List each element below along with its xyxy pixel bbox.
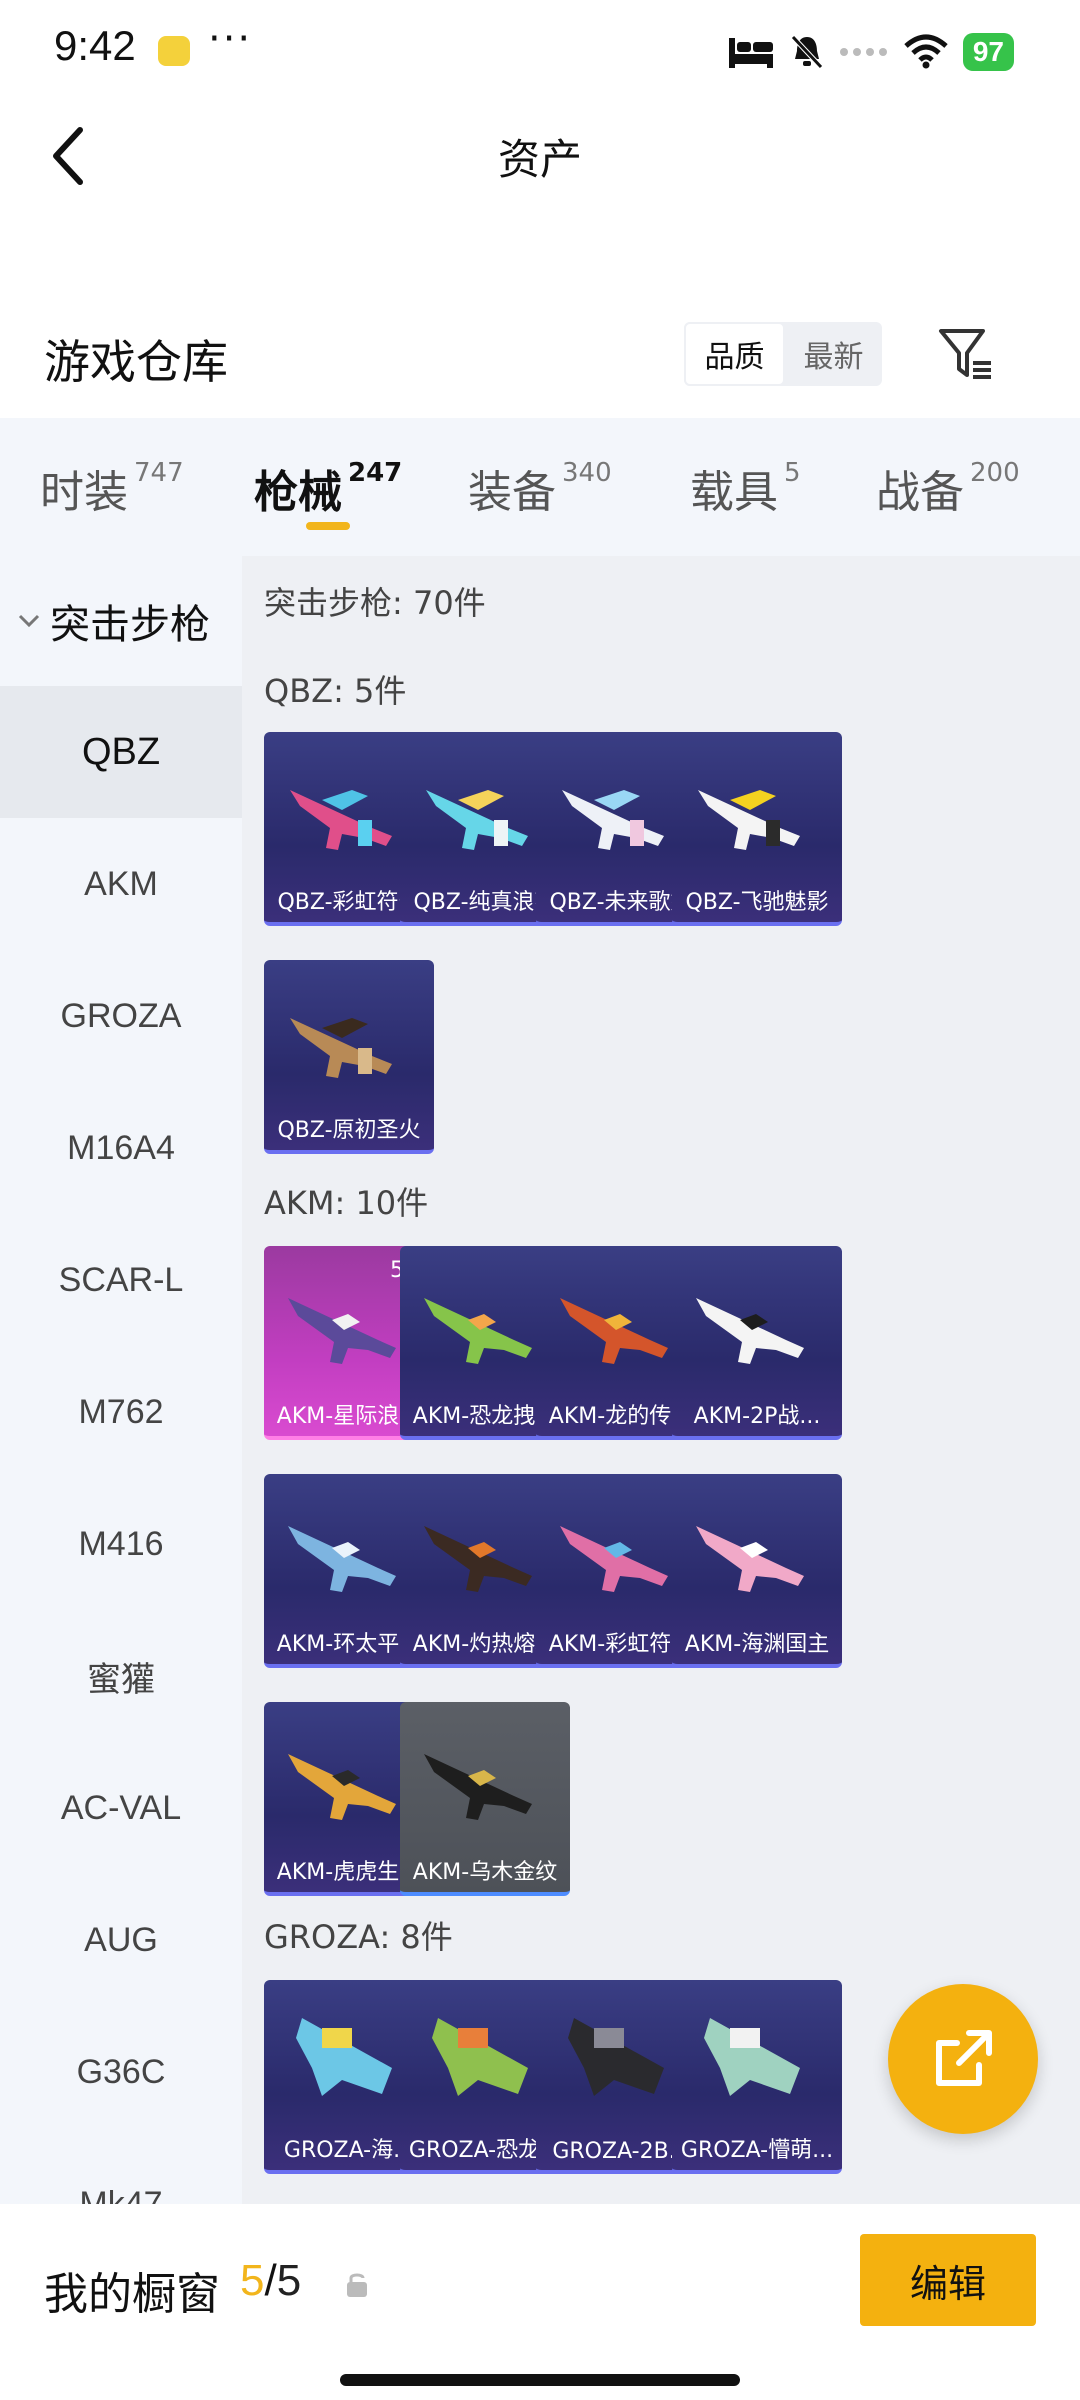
rifle-image [698, 790, 800, 850]
sort-by-newest[interactable]: 最新 [785, 322, 882, 386]
tab-label: 枪械 [254, 467, 342, 518]
sidebar-item-m762[interactable]: M762 [0, 1346, 242, 1478]
sidebar-group-assault-rifles[interactable]: 突击步枪 [0, 556, 242, 686]
active-tab-underline [306, 522, 350, 530]
status-time: 9:42 [54, 22, 136, 69]
weapon-card[interactable]: GROZA-懵萌... [672, 1980, 842, 2174]
tab-fashion[interactable]: 时装 747 [40, 456, 184, 520]
weapon-card[interactable]: AKM-乌木金纹 [400, 1702, 570, 1896]
tab-vehicles[interactable]: 载具 5 [690, 456, 801, 520]
status-bar: 9:42 ··· 97 [0, 0, 1080, 100]
tab-label: 装备 [468, 467, 556, 518]
weapon-card[interactable]: QBZ-飞驰魅影 [672, 732, 842, 926]
section-label-groza: GROZA: 8件 [264, 1918, 453, 1956]
status-more-dots: ··· [208, 16, 253, 62]
tab-label: 战备 [876, 467, 964, 518]
warehouse-header: 游戏仓库 品质 最新 [0, 300, 1080, 410]
lock-icon [347, 2273, 367, 2297]
sidebar-item-groza[interactable]: GROZA [0, 950, 242, 1082]
weapon-name: AKM-2P战... [693, 1404, 821, 1429]
rifle-image [424, 1526, 532, 1592]
sidebar-item-ac-val[interactable]: AC-VAL [0, 1742, 242, 1874]
filter-button[interactable] [934, 322, 998, 386]
category-tabs: 时装 747 枪械 247 装备 340 载具 5 战备 200 [0, 418, 1080, 556]
showcase-bar: 我的橱窗 5/5 编辑 [0, 2204, 1080, 2400]
rifle-image [704, 2018, 800, 2096]
section-label-akm: AKM: 10件 [264, 1184, 429, 1222]
sort-by-quality[interactable]: 品质 [684, 322, 785, 386]
sidebar-item-scar-l[interactable]: SCAR-L [0, 1214, 242, 1346]
tab-supplies[interactable]: 战备 200 [876, 456, 1020, 520]
status-icons: 97 [727, 30, 1014, 74]
weapon-card[interactable]: QBZ-原初圣火 [264, 960, 434, 1154]
showcase-count-total: 5 [276, 2256, 302, 2305]
rifle-image [288, 1754, 396, 1820]
page-title: 资产 [497, 135, 582, 184]
rifle-image [290, 790, 392, 850]
rifle-image [560, 1526, 668, 1592]
rifle-image [696, 1526, 804, 1592]
rifle-image [424, 1754, 532, 1820]
signal-dots-icon [839, 48, 887, 56]
sort-toggle: 品质 最新 [684, 322, 882, 386]
battery-indicator: 97 [962, 33, 1014, 71]
showcase-count: 5/5 [240, 2256, 302, 2305]
weapon-name: GROZA-懵萌... [680, 2138, 834, 2163]
app-notification-icon [158, 36, 190, 66]
nav-header: 资产 [0, 100, 1080, 210]
bell-muted-icon [791, 35, 823, 69]
tab-count: 340 [562, 458, 612, 488]
sidebar-item-honey-badger[interactable]: 蜜獾 [0, 1610, 242, 1742]
tab-count: 247 [348, 458, 403, 488]
sidebar-item-m16a4[interactable]: M16A4 [0, 1082, 242, 1214]
tab-weapons[interactable]: 枪械 247 [254, 456, 402, 520]
edit-button[interactable]: 编辑 [860, 2234, 1036, 2326]
sidebar-item-akm[interactable]: AKM [0, 818, 242, 950]
rifle-image [296, 2018, 392, 2096]
showcase-count-used: 5 [240, 2256, 265, 2305]
weapon-card[interactable]: AKM-海渊国主 [672, 1474, 842, 1668]
sidebar-item-mk47[interactable]: Mk47 [0, 2138, 242, 2205]
tab-equipment[interactable]: 装备 340 [468, 456, 612, 520]
rifle-image [290, 1018, 392, 1078]
weapon-grid: 突击步枪: 70件 QBZ: 5件 QBZ-彩虹符号 QBZ-纯真浪花 QBZ-… [242, 556, 1080, 2204]
rifle-image [562, 790, 664, 850]
filter-icon [939, 329, 991, 379]
rifle-image [560, 1298, 668, 1364]
tab-count: 5 [784, 458, 801, 488]
rifle-image [568, 2018, 664, 2096]
bed-icon [728, 38, 773, 68]
weapon-type-sidebar: 突击步枪 QBZ AKM GROZA M16A4 SCAR-L M762 M41… [0, 556, 242, 2204]
rifle-image [432, 2018, 528, 2096]
weapon-name: QBZ-飞驰魅影 [685, 890, 829, 915]
rifle-image [426, 790, 528, 850]
showcase-label: 我的橱窗 [44, 2269, 220, 2320]
tab-count: 200 [970, 458, 1020, 488]
share-icon [936, 2030, 992, 2086]
wifi-icon [904, 34, 948, 69]
rifle-image [424, 1298, 532, 1364]
weapon-name: AKM-海渊国主 [684, 1632, 830, 1657]
home-indicator[interactable] [340, 2374, 740, 2386]
weapon-name: AKM-乌木金纹 [412, 1860, 558, 1885]
section-label-qbz: QBZ: 5件 [264, 672, 407, 710]
tab-label: 时装 [40, 467, 128, 518]
sidebar-item-g36c[interactable]: G36C [0, 2006, 242, 2138]
sidebar-item-m416[interactable]: M416 [0, 1478, 242, 1610]
tab-count: 747 [134, 458, 184, 488]
chevron-down-icon [18, 613, 40, 629]
weapon-name: QBZ-原初圣火 [277, 1118, 421, 1143]
sidebar-item-qbz[interactable]: QBZ [0, 686, 242, 818]
tab-label: 载具 [690, 467, 778, 518]
warehouse-title: 游戏仓库 [44, 335, 228, 389]
rifle-image [288, 1526, 396, 1592]
sidebar-item-aug[interactable]: AUG [0, 1874, 242, 2006]
rifle-image [696, 1298, 804, 1364]
sidebar-group-label: 突击步枪 [50, 602, 210, 648]
weapon-card[interactable]: AKM-2P战... [672, 1246, 842, 1440]
category-total: 突击步枪: 70件 [264, 584, 486, 622]
share-button[interactable] [888, 1984, 1038, 2134]
